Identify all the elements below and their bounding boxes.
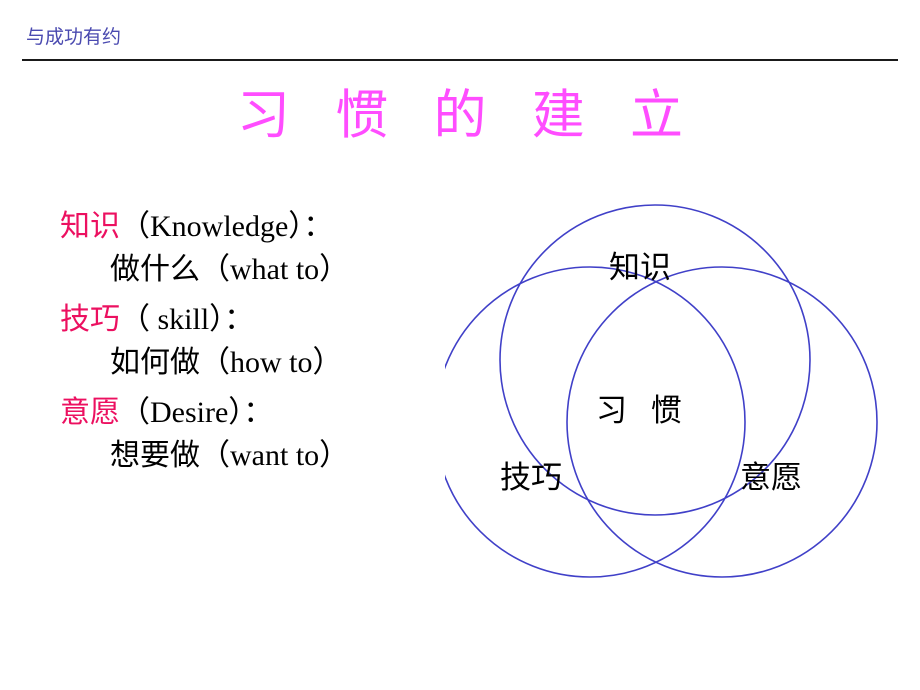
body-head-desire: 意愿（Desire）： <box>48 392 430 435</box>
body-sub-knowledge: 做什么（what to） <box>110 252 350 286</box>
term-desire: 意愿 <box>60 396 120 430</box>
venn-diagram: 知识 习 惯 技巧 意愿 <box>445 190 885 600</box>
term-knowledge-rest: （Knowledge）： <box>120 210 334 243</box>
venn-label-skill: 技巧 <box>500 460 562 495</box>
venn-circle-skill <box>445 266 746 578</box>
body-block-skill: 技巧（ skill）： 如何做（how to） <box>48 299 430 384</box>
body-block-desire: 意愿（Desire）： 想要做（want to） <box>48 392 430 477</box>
term-desire-rest: （Desire）： <box>120 396 274 430</box>
body-head-skill: 技巧（ skill）： <box>48 299 430 342</box>
term-knowledge: 知识 <box>60 210 120 243</box>
slide-header: 与成功有约 <box>0 0 920 62</box>
body-block-knowledge: 知识（Knowledge）： 做什么（what to） <box>48 206 430 291</box>
term-skill-rest: （ skill）： <box>120 303 255 337</box>
body-sub-desire: 想要做（want to） <box>110 438 350 472</box>
body-head-knowledge: 知识（Knowledge）： <box>48 206 430 249</box>
page-title: 习 惯 的 建 立 <box>237 87 699 145</box>
venn-label-knowledge: 知识 <box>609 250 671 285</box>
header-title: 与成功有约 <box>26 27 122 48</box>
venn-label-desire: 意愿 <box>740 460 802 495</box>
term-skill: 技巧 <box>60 303 120 337</box>
venn-label-habit: 习 惯 <box>596 393 690 428</box>
body-text-column: 知识（Knowledge）： 做什么（what to） 技巧（ skill）： … <box>48 206 430 486</box>
header-divider <box>22 59 898 61</box>
body-sub-skill: 如何做（how to） <box>110 345 343 379</box>
